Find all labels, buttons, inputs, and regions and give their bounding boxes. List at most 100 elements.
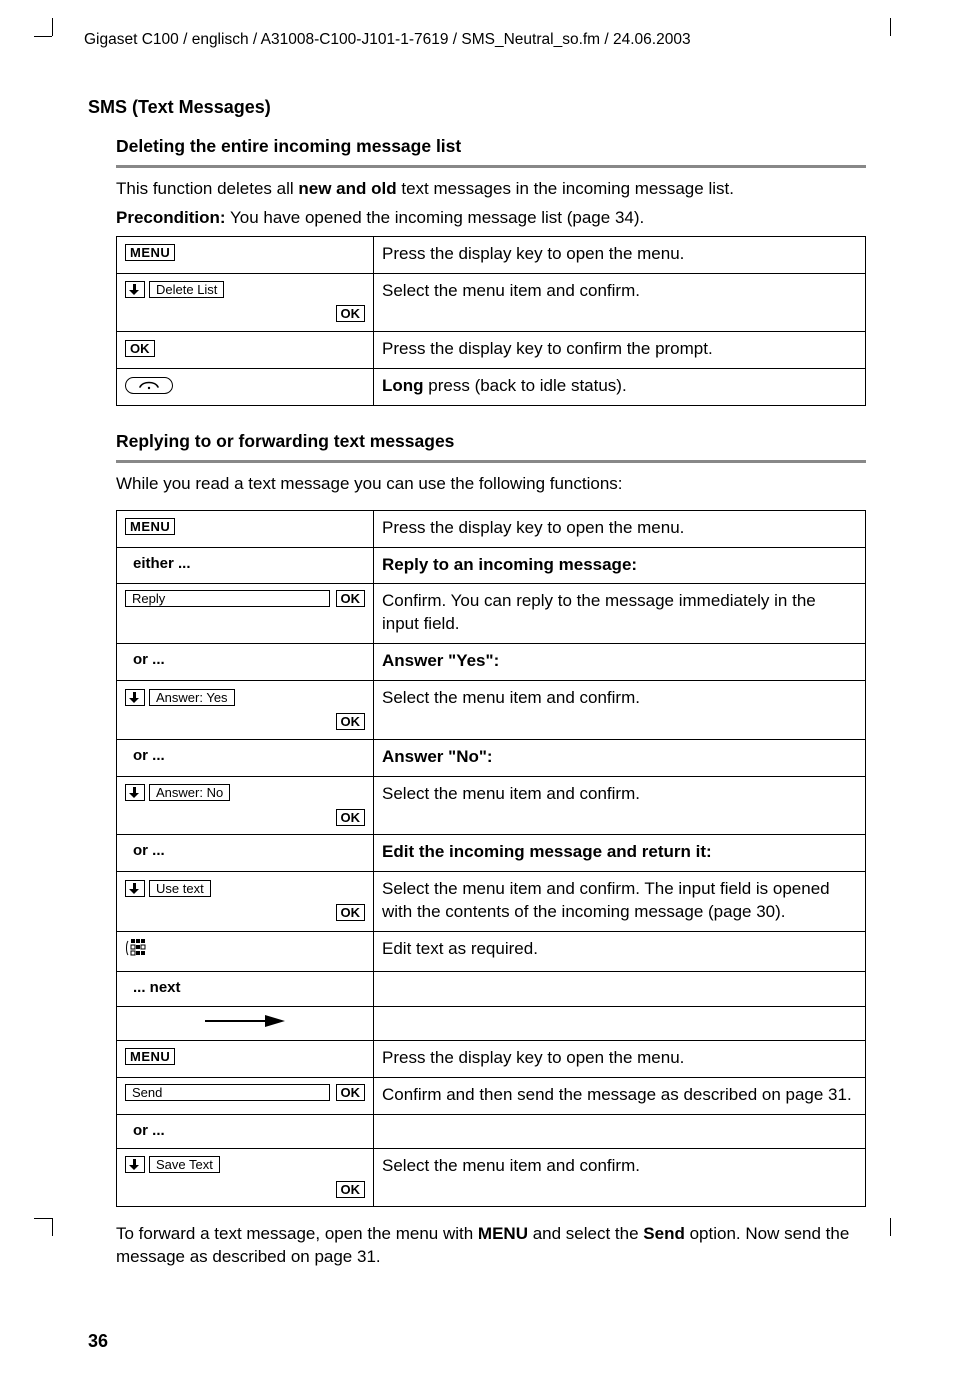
table-row: Delete List OK Select the menu item and co…	[117, 273, 866, 332]
page: Gigaset C100 / englisch / A31008-C100-J1…	[0, 0, 954, 1394]
desc-cell: Confirm and then send the message as des…	[374, 1077, 866, 1114]
key-cell: MENU	[117, 510, 374, 547]
divider	[116, 460, 866, 463]
menu-item-key: Delete List	[149, 281, 224, 298]
desc-cell: Confirm. You can reply to the message im…	[374, 584, 866, 644]
desc-cell: Reply to an incoming message:	[374, 547, 866, 584]
desc-cell: Answer "No":	[374, 739, 866, 776]
table-row: MENU Press the display key to open the me…	[117, 236, 866, 273]
section-title: SMS (Text Messages)	[88, 95, 866, 119]
table-row: or ... Answer "Yes":	[117, 644, 866, 681]
ok-key: OK	[336, 713, 366, 730]
table-row: Edit text as required.	[117, 932, 866, 972]
flow-label: or ...	[125, 651, 165, 668]
table-row: ReplyOKConfirm. You can reply to the mes…	[117, 584, 866, 644]
key-cell: Use text OK	[117, 872, 374, 932]
menu-item-key: Use text	[149, 880, 211, 897]
crop-mark	[890, 18, 891, 36]
table-row: or ...	[117, 1114, 866, 1148]
key-cell: Delete List OK	[117, 273, 374, 332]
menu-item-key: Answer: Yes	[149, 689, 235, 706]
table-row: or ... Answer "No":	[117, 739, 866, 776]
ok-key: OK	[336, 1084, 366, 1101]
text: and select the	[528, 1224, 643, 1243]
flow-label: or ...	[125, 842, 165, 859]
table-row: either ... Reply to an incoming message:	[117, 547, 866, 584]
steps-table-delete: MENU Press the display key to open the me…	[116, 236, 866, 406]
divider	[116, 165, 866, 168]
ok-key: OK	[336, 904, 366, 921]
desc-cell: Long press (back to idle status).	[374, 369, 866, 406]
key-cell	[117, 932, 374, 972]
steps-table-reply: MENU Press the display key to open the me…	[116, 510, 866, 1208]
desc-cell: Edit the incoming message and return it:	[374, 835, 866, 872]
desc-cell: Edit text as required.	[374, 932, 866, 972]
down-arrow-icon	[125, 880, 145, 897]
flow-label: either ...	[125, 555, 191, 572]
table-row: Save TextOKSelect the menu item and conf…	[117, 1148, 866, 1207]
table-row: OKPress the display key to confirm the p…	[117, 332, 866, 369]
menu-key: MENU	[125, 518, 175, 535]
menu-key: MENU	[125, 1048, 175, 1065]
text: text messages in the incoming message li…	[397, 179, 734, 198]
key-cell: either ...	[117, 547, 374, 584]
header-path: Gigaset C100 / englisch / A31008-C100-J1…	[84, 30, 874, 51]
key-cell: MENU	[117, 236, 374, 273]
content: SMS (Text Messages) Deleting the entire …	[88, 95, 866, 1269]
down-arrow-icon	[125, 1156, 145, 1173]
crop-mark	[34, 1218, 52, 1219]
desc-cell: Select the menu item and confirm. The in…	[374, 872, 866, 932]
hangup-key	[125, 377, 173, 394]
key-cell: Answer: No OK	[117, 776, 374, 835]
key-cell: Send OK	[117, 1077, 374, 1114]
page-number: 36	[88, 1329, 874, 1353]
menu-item-key: Answer: No	[149, 784, 230, 801]
down-arrow-icon	[125, 281, 145, 298]
sub-heading-reply: Replying to or forwarding text messages	[116, 430, 866, 454]
key-cell: OK	[117, 332, 374, 369]
text: Precondition:	[116, 208, 226, 227]
desc-cell: Press the display key to open the menu.	[374, 236, 866, 273]
text: MENU	[478, 1224, 528, 1243]
table-row: Send OK Confirm and then send the message …	[117, 1077, 866, 1114]
desc-cell: Answer "Yes":	[374, 644, 866, 681]
table-row: MENU Press the display key to open the me…	[117, 510, 866, 547]
key-cell: or ...	[117, 835, 374, 872]
table-row: ... next	[117, 972, 866, 1006]
ok-key: OK	[336, 809, 366, 826]
desc-cell	[374, 1006, 866, 1040]
keypad-icon	[125, 938, 147, 964]
key-cell	[117, 1006, 374, 1040]
menu-item-label: Send	[125, 1084, 330, 1101]
flow-label: or ...	[125, 747, 165, 764]
desc-cell: Press the display key to open the menu.	[374, 510, 866, 547]
table-row: MENUPress the display key to open the me…	[117, 1040, 866, 1077]
sub-heading-delete: Deleting the entire incoming message lis…	[116, 135, 866, 159]
menu-key: MENU	[125, 244, 175, 261]
table-row: Answer: Yes OK Select the menu item and co…	[117, 681, 866, 740]
down-arrow-icon	[125, 689, 145, 706]
ok-key: OK	[336, 305, 366, 322]
flow-label: or ...	[125, 1122, 165, 1139]
menu-item-wide: Send OK	[125, 1084, 365, 1101]
text: You have opened the incoming message lis…	[226, 208, 645, 227]
table-row	[117, 1006, 866, 1040]
text: This function deletes all	[116, 179, 298, 198]
down-arrow-icon	[125, 784, 145, 801]
flow-label: ... next	[125, 979, 181, 996]
key-cell: or ...	[117, 644, 374, 681]
desc-cell	[374, 1114, 866, 1148]
key-cell: or ...	[117, 1114, 374, 1148]
key-cell: ReplyOK	[117, 584, 374, 644]
desc-cell: Select the menu item and confirm.	[374, 1148, 866, 1207]
key-cell	[117, 369, 374, 406]
continue-arrow-icon	[125, 1013, 365, 1033]
text: Send	[643, 1224, 685, 1243]
desc-cell: Select the menu item and confirm.	[374, 273, 866, 332]
menu-item-key: Save Text	[149, 1156, 220, 1173]
desc-cell: Select the menu item and confirm.	[374, 681, 866, 740]
crop-mark	[890, 1218, 891, 1236]
intro-delete: This function deletes all new and old te…	[116, 178, 866, 201]
key-cell: MENU	[117, 1040, 374, 1077]
key-cell: Save TextOK	[117, 1148, 374, 1207]
